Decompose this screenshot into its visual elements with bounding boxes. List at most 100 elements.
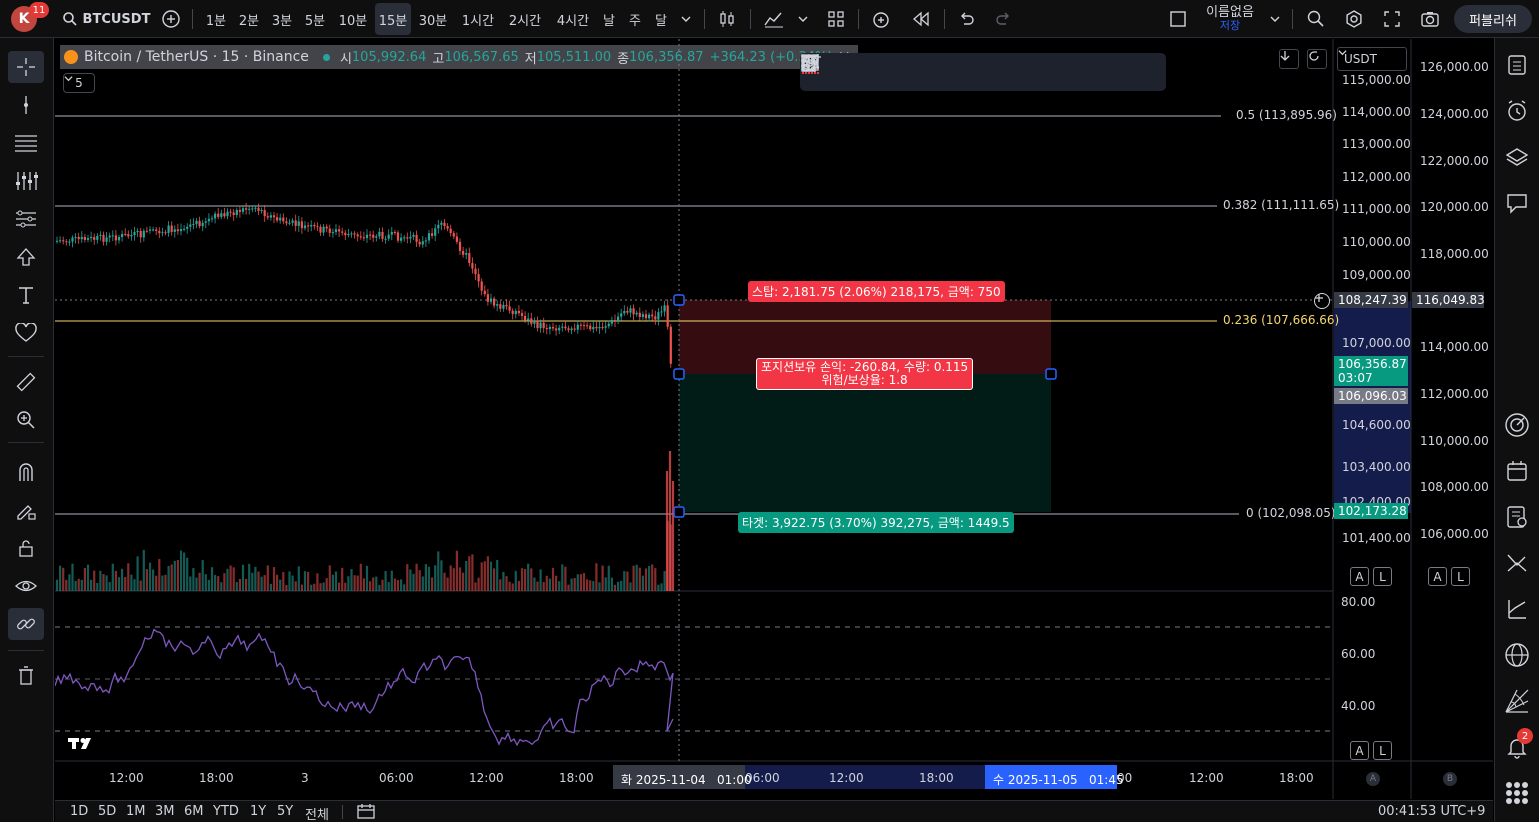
ideas-button[interactable] [1500, 500, 1534, 534]
web-button[interactable] [1500, 684, 1534, 718]
alert-on-drawing-button[interactable] [801, 53, 1014, 91]
snapshot-button[interactable] [1416, 0, 1444, 38]
indicators-dropdown[interactable] [794, 0, 812, 38]
publish-button[interactable]: 퍼블리쉬 [1454, 5, 1532, 33]
timeframe-4h[interactable]: 4시간 [551, 0, 595, 38]
timezone-clock[interactable]: 00:41:53 UTC+9 [1378, 804, 1485, 819]
go-to-date-button[interactable] [357, 803, 375, 822]
timeframe-5m[interactable]: 5분 [300, 0, 330, 38]
rsi-log-scale-button[interactable]: L [1373, 741, 1392, 760]
trading-panel-button[interactable] [1500, 546, 1534, 580]
fullscreen-button[interactable] [1378, 0, 1406, 38]
text-color-button[interactable] [803, 53, 900, 91]
replay-button[interactable] [906, 0, 936, 38]
entry-handle[interactable] [673, 368, 685, 380]
log-scale-button-secondary[interactable]: L [1451, 567, 1470, 586]
template-button[interactable] [801, 53, 862, 91]
timeframe-2h[interactable]: 2시간 [503, 0, 547, 38]
lock-drawings-tool[interactable] [8, 532, 44, 564]
time-axis-b-marker[interactable]: B [1443, 772, 1457, 786]
layout-select-button[interactable] [1166, 0, 1190, 38]
range-ytd[interactable]: YTD [213, 804, 239, 819]
object-tree-button[interactable] [1500, 140, 1534, 174]
delete-drawing-button[interactable] [802, 53, 1128, 91]
arrow-tool[interactable] [8, 241, 44, 273]
time-axis-a-marker[interactable]: A [1366, 772, 1380, 786]
timeframe-dropdown[interactable] [676, 0, 696, 38]
screener-button[interactable] [1500, 408, 1534, 442]
redo-button[interactable] [990, 0, 1018, 38]
quick-search-button[interactable] [1302, 0, 1330, 38]
forecast-tool[interactable] [8, 203, 44, 235]
layout-dropdown[interactable] [1266, 0, 1284, 38]
chart-canvas[interactable] [55, 39, 1493, 799]
timeframe-15m[interactable]: 15분 [375, 3, 411, 35]
target-handle[interactable] [673, 506, 685, 518]
layout-name-button[interactable]: 이름없음 저장 [1198, 0, 1262, 38]
auto-scale-button-secondary[interactable]: A [1428, 567, 1447, 586]
take-profit-zone[interactable] [679, 374, 1051, 512]
pine-editor-button[interactable] [1500, 592, 1534, 626]
scroll-to-latest-button[interactable] [1279, 49, 1299, 69]
timeframe-30m[interactable]: 30분 [415, 0, 451, 38]
apps-button[interactable] [1500, 776, 1534, 810]
currency-select[interactable]: USDT [1337, 47, 1407, 71]
more-button[interactable] [801, 53, 1166, 91]
width-handle[interactable] [1045, 368, 1057, 380]
magnet-tool[interactable] [8, 456, 44, 488]
fill-color-button[interactable] [802, 53, 938, 91]
range-5d[interactable]: 5D [98, 804, 116, 819]
range-1y[interactable]: 1Y [250, 804, 266, 819]
timeframe-1m[interactable]: 1분 [201, 0, 231, 38]
chat-button[interactable] [1500, 186, 1534, 220]
range-all[interactable]: 전체 [305, 804, 329, 822]
calendar-button[interactable] [1500, 454, 1534, 488]
settings-button[interactable] [1340, 0, 1368, 38]
fib-retracement-tool[interactable] [8, 127, 44, 159]
indicators-collapse-button[interactable]: 5 [63, 73, 95, 93]
favorites-tool[interactable] [8, 317, 44, 349]
rsi-auto-scale-button[interactable]: A [1350, 741, 1369, 760]
stay-drawing-tool[interactable] [8, 494, 44, 526]
timeframe-3m[interactable]: 3분 [267, 0, 297, 38]
timeframe-1h[interactable]: 1시간 [457, 0, 499, 38]
symbol-legend[interactable]: Bitcoin / TetherUS · 15 · Binance 시 105,9… [60, 45, 858, 69]
community-button[interactable] [1500, 638, 1534, 672]
templates-button[interactable] [822, 0, 850, 38]
range-6m[interactable]: 6M [184, 804, 204, 819]
indicators-button[interactable] [760, 0, 788, 38]
text-tool[interactable] [8, 279, 44, 311]
compare-symbol-button[interactable] [158, 0, 184, 38]
timeframe-2m[interactable]: 2분 [234, 0, 264, 38]
chart-area[interactable]: Bitcoin / TetherUS · 15 · Binance 시 105,9… [55, 39, 1493, 799]
range-1d[interactable]: 1D [70, 804, 88, 819]
trend-line-tool[interactable] [8, 89, 44, 121]
auto-scale-button[interactable]: A [1350, 567, 1369, 586]
range-1m[interactable]: 1M [126, 804, 146, 819]
timeframe-10m[interactable]: 10분 [334, 0, 372, 38]
chart-type-button[interactable] [714, 0, 740, 38]
symbol-search-button[interactable]: BTCUSDT [60, 0, 152, 38]
alert-button[interactable] [866, 0, 896, 38]
hide-drawings-tool[interactable] [8, 570, 44, 602]
range-3m[interactable]: 3M [155, 804, 175, 819]
timeframe-day[interactable]: 날 [598, 0, 620, 38]
pattern-tool[interactable] [8, 165, 44, 197]
drawing-settings-button[interactable] [802, 53, 1052, 91]
crosshair-tool[interactable] [8, 51, 44, 83]
measure-tool[interactable] [8, 366, 44, 398]
timeframe-week[interactable]: 주 [624, 0, 646, 38]
remove-drawings-tool[interactable] [8, 660, 44, 692]
stop-handle[interactable] [673, 294, 685, 306]
zoom-tool[interactable] [8, 404, 44, 436]
watchlist-button[interactable] [1500, 48, 1534, 82]
lock-drawing-button[interactable] [802, 53, 1090, 91]
undo-button[interactable] [952, 0, 980, 38]
range-5y[interactable]: 5Y [277, 804, 293, 819]
log-scale-button[interactable]: L [1373, 567, 1392, 586]
stop-fill-color-button[interactable] [802, 53, 976, 91]
alerts-button[interactable] [1500, 94, 1534, 128]
timeframe-month[interactable]: 달 [650, 0, 672, 38]
add-price-alert-button[interactable] [1314, 293, 1330, 309]
reset-chart-button[interactable] [1307, 49, 1327, 69]
